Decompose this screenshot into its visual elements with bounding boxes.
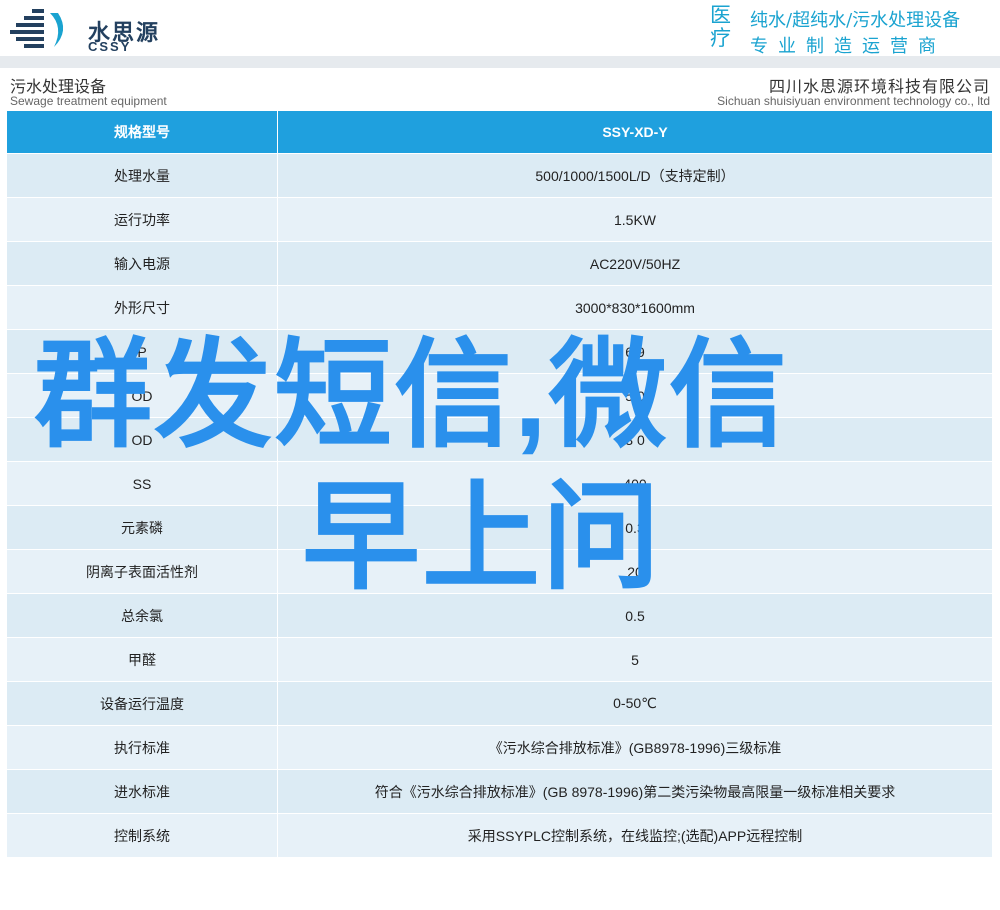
spec-table: 规格型号 SSY-XD-Y 处理水量 500/1000/1500L/D（支持定制）… (6, 110, 993, 858)
row-value: AC220V/50HZ (277, 241, 993, 286)
row-value: 400 (277, 461, 993, 506)
row-label: 外形尺寸 (6, 285, 278, 330)
company-name-en: Sichuan shuisiyuan environment technolog… (717, 94, 990, 108)
table-row: 控制系统 采用SSYPLC控制系统，在线监控;(选配)APP远程控制 (6, 813, 993, 858)
row-value: 20 (277, 549, 993, 594)
row-value: 0-50℃ (277, 681, 993, 726)
row-label: P (6, 329, 278, 374)
row-value: 1.5KW (277, 197, 993, 242)
row-label: OD (6, 417, 278, 462)
table-row: 外形尺寸 3000*830*1600mm (6, 285, 993, 330)
table-row: 总余氯 0.5 (6, 593, 993, 638)
row-label: OD (6, 373, 278, 418)
row-value: 6 9 (277, 329, 993, 374)
row-label: 阴离子表面活性剂 (6, 549, 278, 594)
row-label: SS (6, 461, 278, 506)
row-label: 执行标准 (6, 725, 278, 770)
row-value: 0.3 (277, 505, 993, 550)
row-label: 处理水量 (6, 153, 278, 198)
company-logo: 水思源 CSSY (10, 5, 180, 55)
row-value: 0.5 (277, 593, 993, 638)
table-row: OD 3 0 (6, 417, 993, 462)
table-row: 执行标准 《污水综合排放标准》(GB8978-1996)三级标准 (6, 725, 993, 770)
row-label: 运行功率 (6, 197, 278, 242)
table-row: P6 9 (6, 329, 993, 374)
header-label: 规格型号 (6, 110, 278, 154)
row-label: 总余氯 (6, 593, 278, 638)
table-row: 进水标准 符合《污水综合排放标准》(GB 8978-1996)第二类污染物最高限量… (6, 769, 993, 814)
slogan-badge: 医疗 (710, 3, 731, 50)
header-divider (0, 56, 1000, 68)
slogan-tagline: 专业制造运营商 (750, 36, 946, 57)
table-row: 阴离子表面活性剂 20 (6, 549, 993, 594)
row-value: 《污水综合排放标准》(GB8978-1996)三级标准 (277, 725, 993, 770)
row-label: 设备运行温度 (6, 681, 278, 726)
table-row: 处理水量 500/1000/1500L/D（支持定制） (6, 153, 993, 198)
logo-name-en: CSSY (88, 39, 132, 54)
row-value: 3000*830*1600mm (277, 285, 993, 330)
row-label: 输入电源 (6, 241, 278, 286)
table-row: 设备运行温度 0-50℃ (6, 681, 993, 726)
product-category-en: Sewage treatment equipment (10, 94, 167, 108)
row-label: 进水标准 (6, 769, 278, 814)
table-row: 运行功率 1.5KW (6, 197, 993, 242)
row-label: 控制系统 (6, 813, 278, 858)
row-value: 符合《污水综合排放标准》(GB 8978-1996)第二类污染物最高限量一级标准… (277, 769, 993, 814)
table-row: SS 400 (6, 461, 993, 506)
row-value: 5 (277, 637, 993, 682)
water-logo-icon (10, 9, 64, 48)
row-label: 甲醛 (6, 637, 278, 682)
table-row: 元素磷 0.3 (6, 505, 993, 550)
table-row: OD 5 0 (6, 373, 993, 418)
table-row: 输入电源 AC220V/50HZ (6, 241, 993, 286)
table-header-row: 规格型号 SSY-XD-Y (6, 110, 993, 154)
table-row: 甲醛 5 (6, 637, 993, 682)
header-value: SSY-XD-Y (277, 110, 993, 154)
row-value: 3 0 (277, 417, 993, 462)
row-value: 5 0 (277, 373, 993, 418)
header-slogan: 医疗 纯水/超纯水/污水处理设备 专业制造运营商 (710, 3, 992, 58)
row-label: 元素磷 (6, 505, 278, 550)
row-value: 采用SSYPLC控制系统，在线监控;(选配)APP远程控制 (277, 813, 993, 858)
slogan-products: 纯水/超纯水/污水处理设备 (750, 10, 961, 31)
row-value: 500/1000/1500L/D（支持定制） (277, 153, 993, 198)
